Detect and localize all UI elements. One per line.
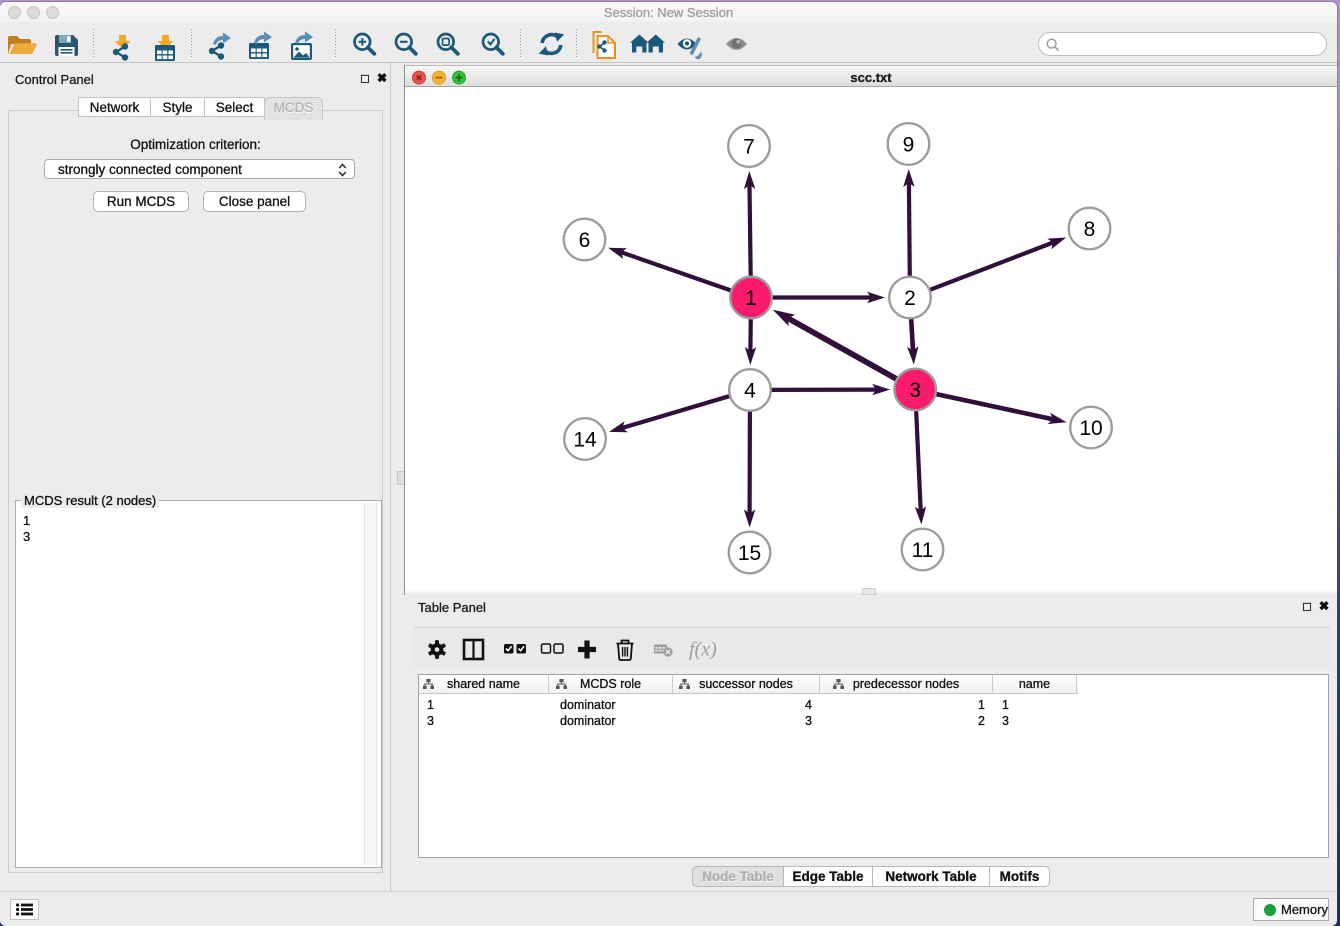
svg-text:7: 7 [743,136,755,159]
svg-text:10: 10 [1079,417,1102,440]
svg-text:2: 2 [904,287,916,310]
svg-text:9: 9 [903,134,915,157]
svg-text:1: 1 [745,287,757,310]
svg-text:4: 4 [744,380,756,403]
svg-text:6: 6 [579,229,591,252]
svg-text:11: 11 [912,539,934,562]
svg-text:8: 8 [1084,218,1096,241]
svg-text:14: 14 [573,429,597,452]
svg-text:15: 15 [738,542,761,565]
svg-text:3: 3 [909,379,921,402]
svg-text:f(x): f(x) [689,639,717,661]
